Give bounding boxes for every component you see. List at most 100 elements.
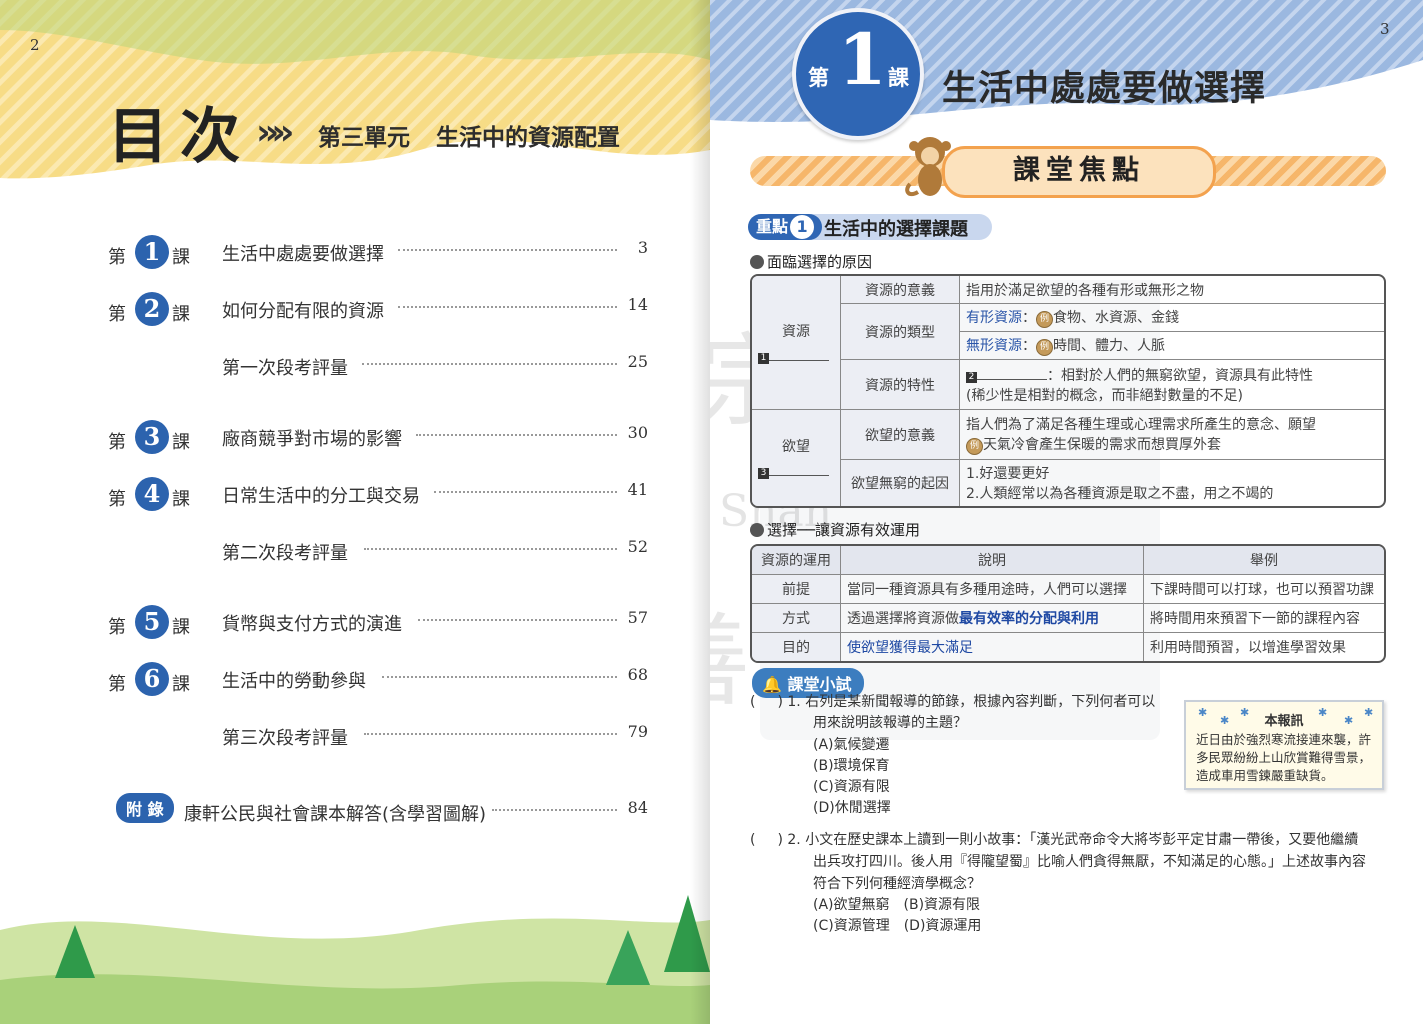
lesson-number-badge: 2: [135, 292, 169, 326]
star-icon: ✱: [1198, 706, 1208, 719]
left-page: 2 目次 »» 第三單元 生活中的資源配置 第 1 課 生活中處處要做選擇 3 第…: [0, 0, 710, 1024]
minus-bullet-icon: [750, 255, 764, 269]
fill-blank: [769, 359, 829, 361]
watermark-char: 善: [710, 580, 750, 725]
toc-page-number: 30: [627, 423, 648, 442]
toc-entry[interactable]: 第 1 課 生活中處處要做選擇 3: [108, 235, 653, 275]
toc-page-number: 25: [627, 352, 648, 371]
minus-bullet-icon: [750, 523, 764, 537]
option[interactable]: (B)環境保育: [813, 756, 890, 777]
toc-entry-title: 日常生活中的分工與交易: [222, 486, 420, 507]
lesson-badge: 第 1 課: [792, 8, 924, 140]
leader-dots: [362, 363, 617, 365]
unit-heading: 第三單元 生活中的資源配置: [318, 118, 620, 152]
toc-entry-title: 生活中的勞動參與: [222, 671, 366, 692]
star-icon: ✱: [1318, 706, 1328, 719]
toc-entry[interactable]: 第 6 課 生活中的勞動參與 68: [108, 662, 653, 702]
lesson-number-badge: 3: [135, 420, 169, 454]
option-row: (A)欲望無窮 (B)資源有限: [813, 895, 980, 916]
lesson-number-badge: 4: [135, 477, 169, 511]
leader-dots: [364, 733, 617, 735]
example-icon: 例: [966, 438, 983, 455]
news-body: 近日由於強烈寒流接連來襲，許多民眾紛紛上山欣賞難得雪景，造成車用雪鍊嚴重缺貨。: [1196, 732, 1372, 783]
keypoint-title: 生活中的選擇課題: [824, 219, 968, 240]
leader-dots: [382, 676, 617, 678]
option[interactable]: (B)資源有限: [904, 897, 981, 913]
fill-blank: [977, 378, 1047, 380]
page-number: 2: [30, 36, 40, 54]
toc-page-number: 57: [627, 608, 648, 627]
toc-page-number: 14: [627, 295, 648, 314]
toc-page-number: 84: [627, 798, 648, 817]
option[interactable]: (C)資源管理: [813, 918, 890, 934]
option[interactable]: (C)資源有限: [813, 777, 890, 798]
fill-blank: [769, 475, 829, 476]
lesson-number-badge: 1: [135, 235, 169, 269]
toc-entry[interactable]: 第 3 課 廠商競爭對市場的影響 30: [108, 420, 653, 460]
toc-page-number: 3: [637, 238, 648, 257]
star-icon: ✱: [1344, 714, 1354, 727]
toc-page-number: 41: [627, 480, 648, 499]
toc-entry-title: 第三次段考評量: [222, 728, 348, 749]
leader-dots: [398, 306, 617, 308]
toc-entry[interactable]: 第一次段考評量 25: [108, 349, 653, 389]
keypoint-number: 1: [790, 215, 815, 239]
star-icon: ✱: [1220, 714, 1230, 727]
row-header-resource: 資源 1: [752, 276, 841, 410]
keypoint-tag: 重點 1: [748, 214, 823, 240]
option-row: (C)資源管理 (D)資源運用: [813, 916, 981, 937]
focus-title: 課堂焦點: [942, 146, 1216, 198]
toc-entry-title: 如何分配有限的資源: [222, 301, 384, 322]
star-icon: ✱: [1240, 706, 1250, 719]
unit-title: 生活中的資源配置: [436, 125, 620, 151]
option[interactable]: (D)休閒選擇: [813, 798, 891, 819]
question-1: () 1. 右列是某新聞報導的節錄，根據內容判斷，下列何者可以: [750, 694, 1156, 710]
resources-table: 資源 1 資源的意義 指用於滿足欲望的各種有形或無形之物 資源的類型 有形資源：…: [750, 274, 1386, 508]
star-icon: ✱: [1364, 706, 1374, 719]
lesson-number-badge: 5: [135, 605, 169, 639]
toc-entry[interactable]: 第 2 課 如何分配有限的資源 14: [108, 292, 653, 332]
question-2: () 2. 小文在歷史課本上讀到一則小故事：「漢光武帝命令大將岑彭平定甘肅一帶後…: [750, 832, 1359, 848]
option[interactable]: (D)資源運用: [904, 918, 982, 934]
leader-dots: [418, 619, 617, 621]
toc-entry[interactable]: 第二次段考評量 52: [108, 534, 653, 574]
unit-label: 第三單元: [318, 125, 410, 151]
toc-entry[interactable]: 第三次段考評量 79: [108, 719, 653, 759]
leader-dots: [434, 491, 617, 493]
lesson-title: 生活中處處要做選擇: [942, 69, 1267, 109]
appendix-tag: 附 錄: [116, 793, 174, 823]
leader-dots: [364, 548, 617, 550]
right-page: 3 宗 Chong Shan 善 第 1 課 生活中處處要做選擇 課堂焦點 重點…: [710, 0, 1423, 1024]
toc-entry-title: 第一次段考評量: [222, 358, 348, 379]
leader-dots: [492, 809, 617, 811]
example-icon: 例: [1036, 311, 1053, 328]
toc-entry-title: 貨幣與支付方式的演進: [222, 614, 402, 635]
resource-use-table: 資源的運用 說明 舉例 前提 當同一種資源具有多種用途時，人們可以選擇 下課時間…: [750, 544, 1386, 663]
subheading: 面臨選擇的原因: [750, 251, 872, 272]
toc-page-number: 52: [627, 537, 648, 556]
toc-entry-title: 生活中處處要做選擇: [222, 244, 384, 265]
toc-entry-title: 康軒公民與社會課本解答(含學習圖解): [184, 804, 487, 825]
row-header-desire: 欲望 3: [752, 410, 841, 506]
answer-paren-close: ): [777, 694, 783, 710]
toc-entry[interactable]: 第 5 課 貨幣與支付方式的演進 57: [108, 605, 653, 645]
chevron-icon: »»: [256, 112, 295, 153]
leader-dots: [416, 434, 617, 436]
subheading: 選擇──讓資源有效運用: [750, 519, 920, 540]
example-icon: 例: [1036, 339, 1053, 356]
option[interactable]: (A)氣候變遷: [813, 735, 890, 756]
toc-entry[interactable]: 第 4 課 日常生活中的分工與交易 41: [108, 477, 653, 517]
news-box: ✱ ✱ ✱ ✱ ✱ ✱ 本報訊 近日由於強烈寒流接連來襲，許多民眾紛紛上山欣賞難…: [1184, 700, 1384, 790]
answer-paren-close: ): [777, 832, 783, 848]
leader-dots: [398, 249, 617, 251]
toc-title: 目次: [108, 102, 252, 172]
answer-paren-open[interactable]: (: [750, 694, 755, 710]
answer-paren-open[interactable]: (: [750, 832, 755, 848]
page-number: 3: [1380, 20, 1390, 38]
toc-page-number: 79: [627, 722, 648, 741]
toc-entry-title: 第二次段考評量: [222, 543, 348, 564]
lesson-number-badge: 6: [135, 662, 169, 696]
option[interactable]: (A)欲望無窮: [813, 897, 890, 913]
toc-entry-title: 廠商競爭對市場的影響: [222, 429, 402, 450]
toc-appendix-entry[interactable]: 附 錄 康軒公民與社會課本解答(含學習圖解) 84: [108, 793, 653, 835]
